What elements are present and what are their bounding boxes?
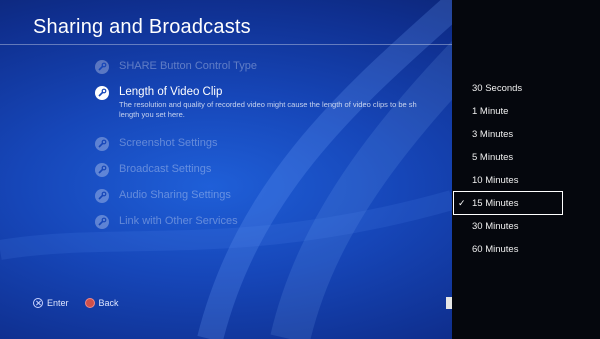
enter-hint: Enter	[33, 298, 69, 308]
description-line: length you set here.	[119, 110, 185, 119]
circle-button-icon	[84, 298, 95, 308]
selection-highlight	[453, 191, 563, 215]
option-1-minute[interactable]: 1 Minute	[472, 106, 508, 117]
option-10-minutes[interactable]: 10 Minutes	[472, 175, 518, 186]
button-hints: Enter Back	[33, 298, 119, 308]
wrench-icon	[95, 189, 109, 203]
option-3-minutes[interactable]: 3 Minutes	[472, 129, 513, 140]
option-5-minutes[interactable]: 5 Minutes	[472, 152, 513, 163]
duration-dropdown: 30 Seconds 1 Minute 3 Minutes 5 Minutes …	[452, 0, 600, 339]
option-30-minutes[interactable]: 30 Minutes	[472, 221, 518, 232]
ps4-settings-screen: Sharing and Broadcasts SHARE Button Cont…	[0, 0, 600, 339]
menu-item-description: The resolution and quality of recorded v…	[119, 100, 455, 120]
menu-item-label: Audio Sharing Settings	[119, 189, 231, 201]
back-hint-label: Back	[98, 298, 119, 308]
menu-item-label: Broadcast Settings	[119, 163, 212, 175]
wrench-icon	[95, 137, 109, 151]
back-hint: Back	[84, 298, 119, 308]
wrench-icon	[95, 163, 109, 177]
enter-hint-label: Enter	[47, 298, 69, 308]
menu-item-label: Link with Other Services	[119, 215, 238, 227]
wrench-icon	[95, 86, 109, 100]
cross-button-icon	[33, 298, 43, 308]
option-30-seconds[interactable]: 30 Seconds	[472, 83, 522, 94]
menu-item-label: Length of Video Clip	[119, 86, 223, 98]
menu-item-label: SHARE Button Control Type	[119, 60, 257, 72]
wrench-icon	[95, 60, 109, 74]
description-line: The resolution and quality of recorded v…	[119, 100, 417, 109]
checkmark-icon: ✓	[458, 198, 466, 208]
header-divider	[0, 44, 452, 45]
page-title: Sharing and Broadcasts	[33, 16, 251, 38]
option-60-minutes[interactable]: 60 Minutes	[472, 244, 518, 255]
wrench-icon	[95, 215, 109, 229]
menu-item-label: Screenshot Settings	[119, 137, 218, 149]
